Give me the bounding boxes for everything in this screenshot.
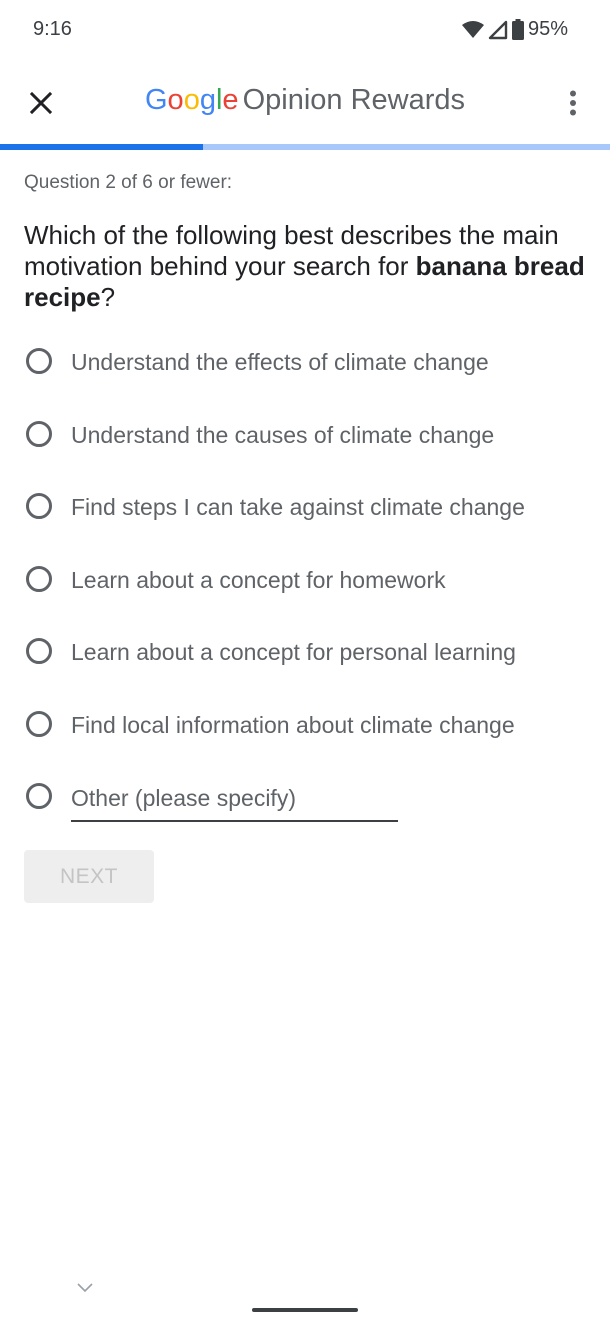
question-text-end: ? <box>100 282 116 312</box>
answer-option-label: Learn about a concept for personal learn… <box>71 639 516 665</box>
google-logo-letter: G <box>144 84 168 116</box>
home-indicator[interactable] <box>252 1308 358 1312</box>
google-logo-letter: o <box>183 84 200 116</box>
answer-option[interactable]: Understand the causes of climate change <box>0 400 610 473</box>
answer-option[interactable]: Find local information about climate cha… <box>0 690 610 763</box>
question-text: Which of the following best describes th… <box>24 220 589 313</box>
google-logo-letter: o <box>167 84 184 116</box>
radio-button[interactable] <box>26 420 52 447</box>
cell-signal-icon <box>488 20 508 40</box>
answer-option-label: Understand the causes of climate change <box>71 421 495 448</box>
progress-bar <box>0 144 610 150</box>
app-title: Google Opinion Rewards <box>0 84 610 117</box>
more-vert-icon <box>570 90 576 116</box>
answer-option[interactable]: Find steps I can take against climate ch… <box>0 472 610 545</box>
other-option[interactable] <box>0 762 610 826</box>
radio-button[interactable] <box>26 493 52 519</box>
other-specify-input[interactable] <box>71 776 398 822</box>
answer-option[interactable]: Learn about a concept for personal learn… <box>0 617 610 690</box>
battery-icon <box>511 19 524 40</box>
question-count: Question 2 of 6 or fewer: <box>24 172 233 193</box>
progress-bar-fill <box>0 144 204 150</box>
wifi-icon <box>461 20 484 39</box>
product-name: Opinion Rewards <box>242 84 466 116</box>
status-bar: 9:16 95% <box>0 0 610 62</box>
app-bar: Google Opinion Rewards <box>0 62 610 144</box>
google-logo-letter: e <box>222 84 239 116</box>
radio-button[interactable] <box>26 565 52 592</box>
answer-option-label: Understand the effects of climate change <box>71 349 489 375</box>
answer-option-label: Find steps I can take against climate ch… <box>71 494 525 520</box>
google-logo: Google <box>145 84 239 116</box>
next-button[interactable]: NEXT <box>24 850 154 903</box>
radio-button[interactable] <box>26 783 52 809</box>
answer-option[interactable]: Understand the effects of climate change <box>0 327 610 400</box>
more-options-button[interactable] <box>550 80 596 126</box>
answer-options: Understand the effects of climate change… <box>0 327 610 762</box>
answer-option[interactable]: Learn about a concept for homework <box>0 545 610 618</box>
radio-button[interactable] <box>26 638 52 664</box>
answer-option-label: Find local information about climate cha… <box>71 711 515 738</box>
radio-button[interactable] <box>26 710 52 737</box>
answer-option-label: Learn about a concept for homework <box>71 566 446 593</box>
chevron-down-icon[interactable] <box>76 1280 94 1294</box>
google-logo-letter: g <box>199 84 216 116</box>
status-time: 9:16 <box>33 18 72 40</box>
battery-percentage: 95% <box>527 18 568 40</box>
radio-button[interactable] <box>26 348 52 374</box>
status-icons: 95% <box>461 18 568 41</box>
